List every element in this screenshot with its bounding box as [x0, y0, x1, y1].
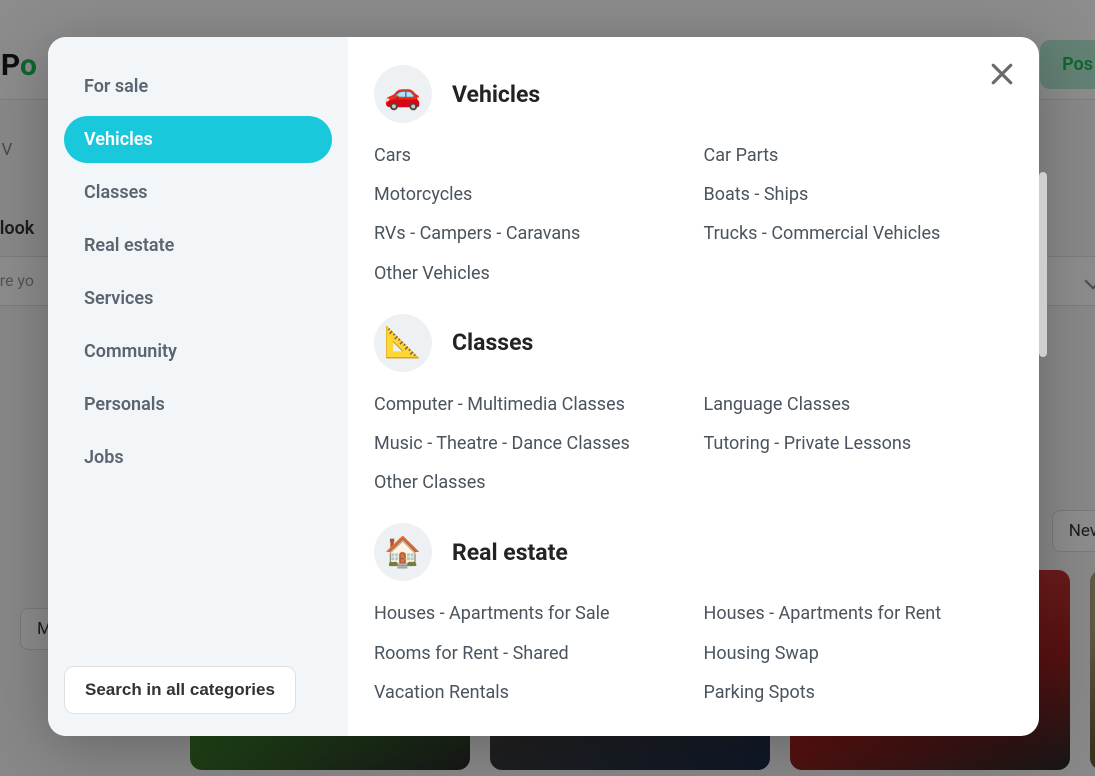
- category-link[interactable]: Computer - Multimedia Classes: [374, 392, 684, 417]
- section-title: Classes: [452, 329, 533, 356]
- sidebar-list: For sale Vehicles Classes Real estate Se…: [64, 63, 332, 666]
- section-classes: 📐 Classes Computer - Multimedia Classes …: [374, 314, 1013, 496]
- close-button[interactable]: [987, 59, 1017, 89]
- close-icon: [987, 59, 1017, 89]
- category-link[interactable]: Vacation Rentals: [374, 680, 684, 705]
- board-icon: 📐: [374, 314, 432, 372]
- category-link[interactable]: Other Classes: [374, 470, 684, 495]
- sidebar-item-community[interactable]: Community: [64, 328, 332, 375]
- sidebar-item-services[interactable]: Services: [64, 275, 332, 322]
- section-grid: Computer - Multimedia Classes Language C…: [374, 392, 1013, 496]
- section-grid: Houses - Apartments for Sale Houses - Ap…: [374, 601, 1013, 705]
- category-link[interactable]: Rooms for Rent - Shared: [374, 641, 684, 666]
- section-head: 🚗 Vehicles: [374, 65, 1013, 123]
- category-link[interactable]: Houses - Apartments for Rent: [704, 601, 1014, 626]
- sidebar-item-personals[interactable]: Personals: [64, 381, 332, 428]
- category-link[interactable]: Other Vehicles: [374, 261, 684, 286]
- house-icon: 🏠: [374, 523, 432, 581]
- category-link[interactable]: Housing Swap: [704, 641, 1014, 666]
- section-title: Real estate: [452, 539, 568, 566]
- sidebar-item-for-sale[interactable]: For sale: [64, 63, 332, 110]
- category-link[interactable]: Language Classes: [704, 392, 1014, 417]
- sidebar-item-classes[interactable]: Classes: [64, 169, 332, 216]
- section-vehicles: 🚗 Vehicles Cars Car Parts Motorcycles Bo…: [374, 65, 1013, 286]
- modal-content: 🚗 Vehicles Cars Car Parts Motorcycles Bo…: [348, 37, 1039, 736]
- category-link[interactable]: Music - Theatre - Dance Classes: [374, 431, 684, 456]
- category-link[interactable]: Trucks - Commercial Vehicles: [704, 221, 1014, 246]
- category-link[interactable]: RVs - Campers - Caravans: [374, 221, 684, 246]
- category-link[interactable]: Houses - Apartments for Sale: [374, 601, 684, 626]
- category-link[interactable]: Tutoring - Private Lessons: [704, 431, 1014, 456]
- category-link[interactable]: Motorcycles: [374, 182, 684, 207]
- section-head: 📐 Classes: [374, 314, 1013, 372]
- section-real-estate: 🏠 Real estate Houses - Apartments for Sa…: [374, 523, 1013, 705]
- modal-sidebar: For sale Vehicles Classes Real estate Se…: [48, 37, 348, 736]
- sidebar-item-jobs[interactable]: Jobs: [64, 434, 332, 481]
- sidebar-item-real-estate[interactable]: Real estate: [64, 222, 332, 269]
- sidebar-item-vehicles[interactable]: Vehicles: [64, 116, 332, 163]
- scrollbar-thumb[interactable]: [1039, 172, 1047, 357]
- category-link[interactable]: Parking Spots: [704, 680, 1014, 705]
- category-link[interactable]: Cars: [374, 143, 684, 168]
- section-head: 🏠 Real estate: [374, 523, 1013, 581]
- section-title: Vehicles: [452, 81, 540, 108]
- category-modal: For sale Vehicles Classes Real estate Se…: [48, 37, 1039, 736]
- category-link[interactable]: Car Parts: [704, 143, 1014, 168]
- section-grid: Cars Car Parts Motorcycles Boats - Ships…: [374, 143, 1013, 286]
- category-link[interactable]: Boats - Ships: [704, 182, 1014, 207]
- search-all-categories-button[interactable]: Search in all categories: [64, 666, 296, 714]
- car-icon: 🚗: [374, 65, 432, 123]
